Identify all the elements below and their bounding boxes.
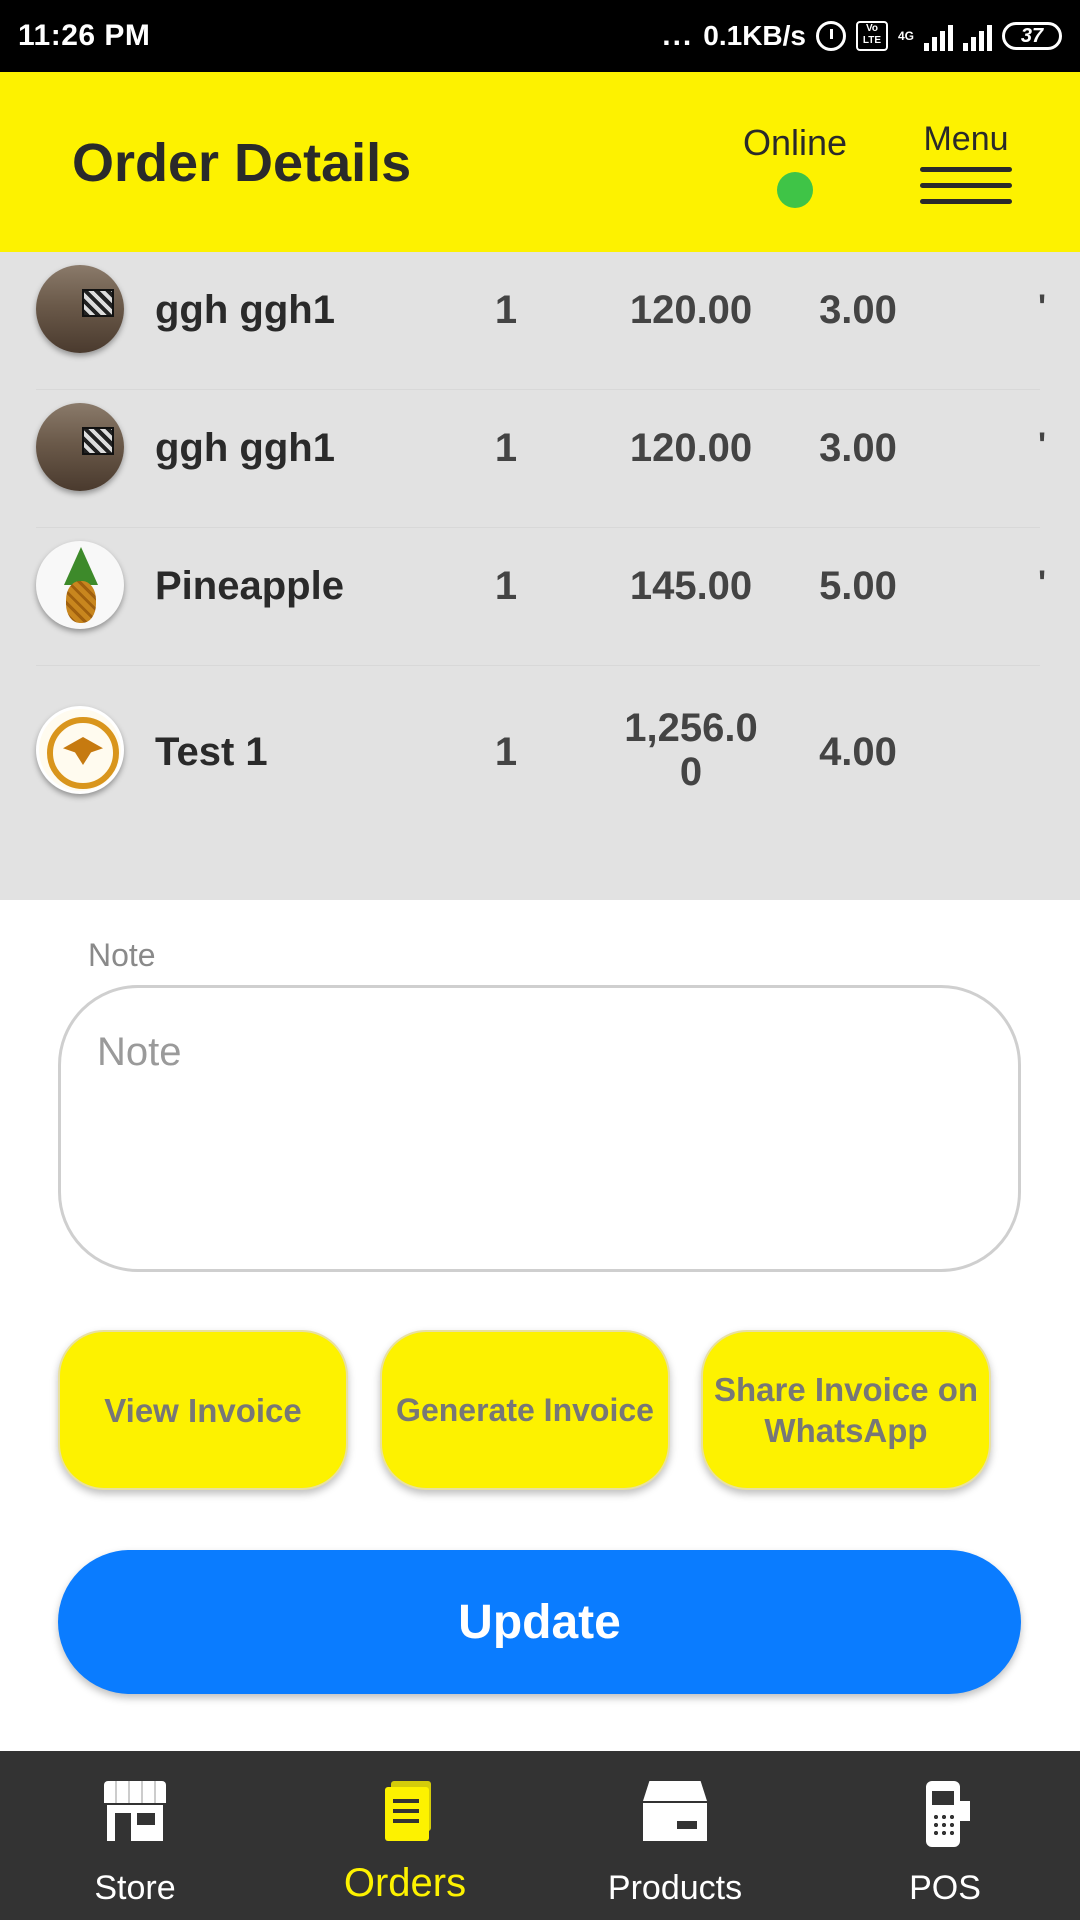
online-status: Online <box>740 122 850 208</box>
page-title: Order Details <box>72 133 412 193</box>
item-name: Pineapple <box>155 564 344 608</box>
battery-icon: 37 <box>1002 22 1062 50</box>
volte-icon: Vo LTE <box>855 21 888 51</box>
item-tax: 3.00 <box>819 426 897 470</box>
list-item[interactable]: ggh ggh1 1 120.00 3.00 ' <box>36 390 1046 528</box>
net-speed: 0.1KB/s <box>703 20 806 51</box>
item-image <box>36 265 124 353</box>
item-name: ggh ggh1 <box>155 288 335 332</box>
orders-icon <box>379 1781 431 1843</box>
online-dot-icon <box>777 172 813 208</box>
item-name: ggh ggh1 <box>155 426 335 470</box>
item-qty: 1 <box>494 426 518 470</box>
note-input[interactable] <box>58 985 1021 1272</box>
update-button[interactable]: Update <box>58 1550 1021 1694</box>
nav-item-products[interactable]: Products <box>540 1751 810 1920</box>
item-qty: 1 <box>494 564 518 608</box>
item-tax: 4.00 <box>819 730 897 774</box>
item-tax: 3.00 <box>819 288 897 332</box>
box-icon <box>643 1781 707 1841</box>
item-overflow: ' <box>1038 426 1047 464</box>
item-tax: 5.00 <box>819 564 897 608</box>
item-price: 120.00 <box>629 426 753 470</box>
online-label: Online <box>742 122 848 163</box>
status-bar: 11:26 PM ... 0.1KB/s Vo LTE 4G 37 <box>0 0 1080 72</box>
item-price: 120.00 <box>629 288 753 332</box>
nav-item-orders[interactable]: Orders <box>270 1751 540 1920</box>
hamburger-icon <box>920 167 1012 204</box>
status-time: 11:26 PM <box>18 19 151 52</box>
status-icons: ... 0.1KB/s Vo LTE 4G 37 <box>662 19 1062 53</box>
item-qty: 1 <box>494 288 518 332</box>
signal-icon <box>924 21 953 51</box>
nav-label: Store <box>94 1869 176 1907</box>
nav-label: Orders <box>343 1861 467 1905</box>
store-icon <box>104 1781 166 1841</box>
note-label: Note <box>88 937 156 973</box>
item-image <box>36 706 124 794</box>
generate-invoice-button[interactable]: Generate Invoice <box>380 1330 670 1490</box>
list-item[interactable]: Test 1 1 1,256.00 4.00 <box>36 666 1040 866</box>
header: Order Details Online Menu <box>0 72 1080 252</box>
order-items-list[interactable]: ggh ggh1 1 120.00 3.00 ' ggh ggh1 1 120.… <box>0 252 1080 900</box>
signal-icon-2 <box>963 21 992 51</box>
item-image <box>36 541 124 629</box>
item-name: Test 1 <box>155 730 268 774</box>
menu-button[interactable]: Menu <box>920 120 1012 215</box>
item-overflow: ' <box>1038 288 1047 326</box>
nav-label: POS <box>909 1869 981 1907</box>
bottom-nav: Store Orders Products POS <box>0 1751 1080 1920</box>
list-item[interactable]: ggh ggh1 1 120.00 3.00 ' <box>36 252 1046 390</box>
nav-item-store[interactable]: Store <box>0 1751 270 1920</box>
view-invoice-button[interactable]: View Invoice <box>58 1330 348 1490</box>
item-image <box>36 403 124 491</box>
nav-item-pos[interactable]: POS <box>810 1751 1080 1920</box>
alarm-icon <box>815 21 846 51</box>
pos-terminal-icon <box>922 1781 970 1847</box>
share-invoice-whatsapp-button[interactable]: Share Invoice on WhatsApp <box>701 1330 991 1490</box>
menu-label: Menu <box>923 120 1009 158</box>
item-qty: 1 <box>494 730 518 774</box>
item-price: 1,256.00 <box>624 706 758 794</box>
item-price: 145.00 <box>629 564 753 608</box>
nav-label: Products <box>607 1869 743 1907</box>
list-item[interactable]: Pineapple 1 145.00 5.00 ' <box>36 528 1046 666</box>
item-overflow: ' <box>1038 564 1047 602</box>
network-type: 4G <box>897 29 914 43</box>
status-dots: ... <box>662 19 694 52</box>
